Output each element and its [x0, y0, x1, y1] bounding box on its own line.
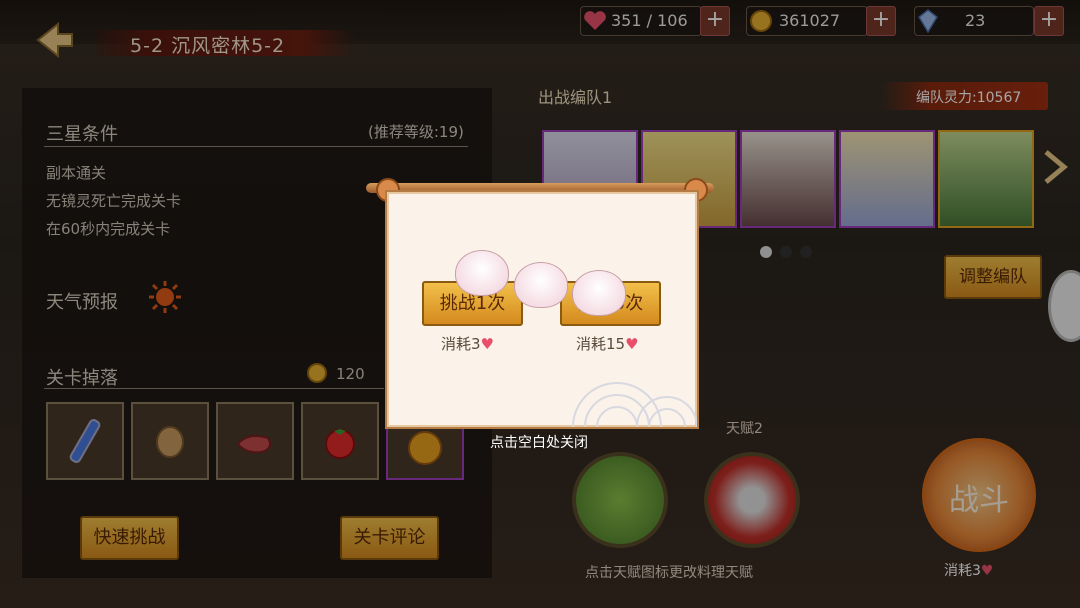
heart-icon: ♥ [480, 335, 494, 353]
cost-multi-text: 消耗15 [576, 335, 626, 353]
cost-once-text: 消耗3 [441, 335, 481, 353]
cost-once: 消耗3♥ [441, 333, 494, 354]
close-hint: 点击空白处关闭 [490, 435, 588, 451]
bun-mascot-icon [514, 262, 568, 308]
cost-multi: 消耗15♥ [576, 333, 639, 354]
bun-mascot-icon [572, 270, 626, 316]
heart-icon: ♥ [625, 335, 639, 353]
wave-pattern-icon [572, 382, 697, 427]
bun-mascot-icon [455, 250, 509, 296]
